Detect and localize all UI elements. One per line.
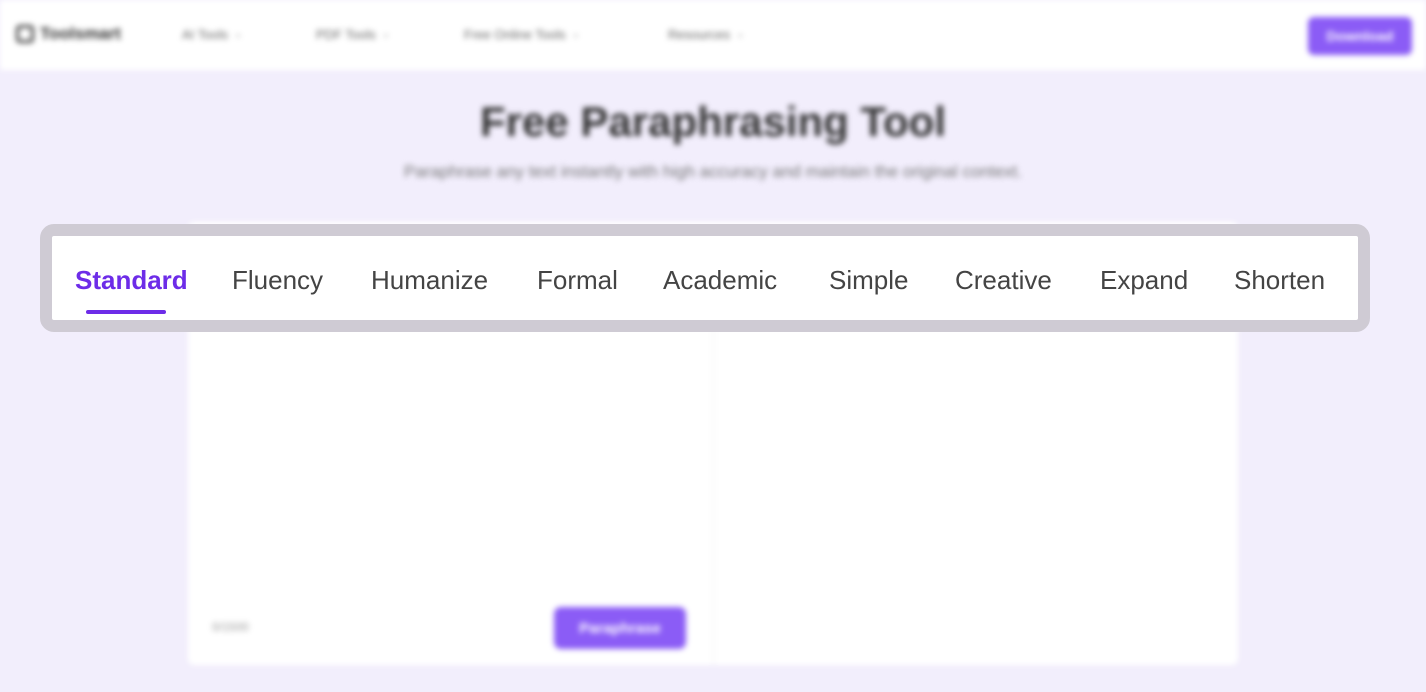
editor-divider — [713, 322, 714, 665]
tab-standard[interactable]: Standard — [75, 265, 188, 296]
top-navbar: Toolsmart AI Tools ⌄ PDF Tools ⌄ Free On… — [0, 0, 1426, 70]
tab-creative[interactable]: Creative — [955, 265, 1052, 296]
tab-shorten[interactable]: Shorten — [1234, 265, 1325, 296]
tab-expand[interactable]: Expand — [1100, 265, 1188, 296]
nav-item-ai-tools[interactable]: AI Tools ⌄ — [182, 27, 242, 42]
download-button[interactable]: Download — [1308, 17, 1412, 55]
paraphrase-button[interactable]: Paraphrase — [554, 607, 686, 649]
tab-simple[interactable]: Simple — [829, 265, 908, 296]
tab-academic[interactable]: Academic — [663, 265, 777, 296]
logo-text: Toolsmart — [40, 24, 121, 43]
chevron-down-icon: ⌄ — [381, 29, 391, 40]
tab-fluency[interactable]: Fluency — [232, 265, 323, 296]
nav-item-free-online-tools[interactable]: Free Online Tools ⌄ — [464, 27, 580, 42]
logo[interactable]: Toolsmart — [16, 24, 121, 44]
logo-icon — [16, 25, 34, 43]
tab-humanize[interactable]: Humanize — [371, 265, 488, 296]
page-subtitle: Paraphrase any text instantly with high … — [403, 162, 1022, 181]
chevron-down-icon: ⌄ — [736, 29, 745, 40]
word-count: 0/1500 — [212, 620, 249, 634]
page-title: Free Paraphrasing Tool — [480, 98, 946, 145]
nav-item-resources[interactable]: Resources ⌄ — [668, 27, 745, 42]
nav-item-pdf-tools[interactable]: PDF Tools ⌄ — [316, 27, 390, 42]
chevron-down-icon: ⌄ — [571, 29, 581, 40]
chevron-down-icon: ⌄ — [234, 29, 243, 40]
tab-formal[interactable]: Formal — [537, 265, 618, 296]
mode-tabs: Standard Fluency Humanize Formal Academi… — [40, 224, 1370, 332]
active-tab-indicator — [86, 310, 166, 314]
